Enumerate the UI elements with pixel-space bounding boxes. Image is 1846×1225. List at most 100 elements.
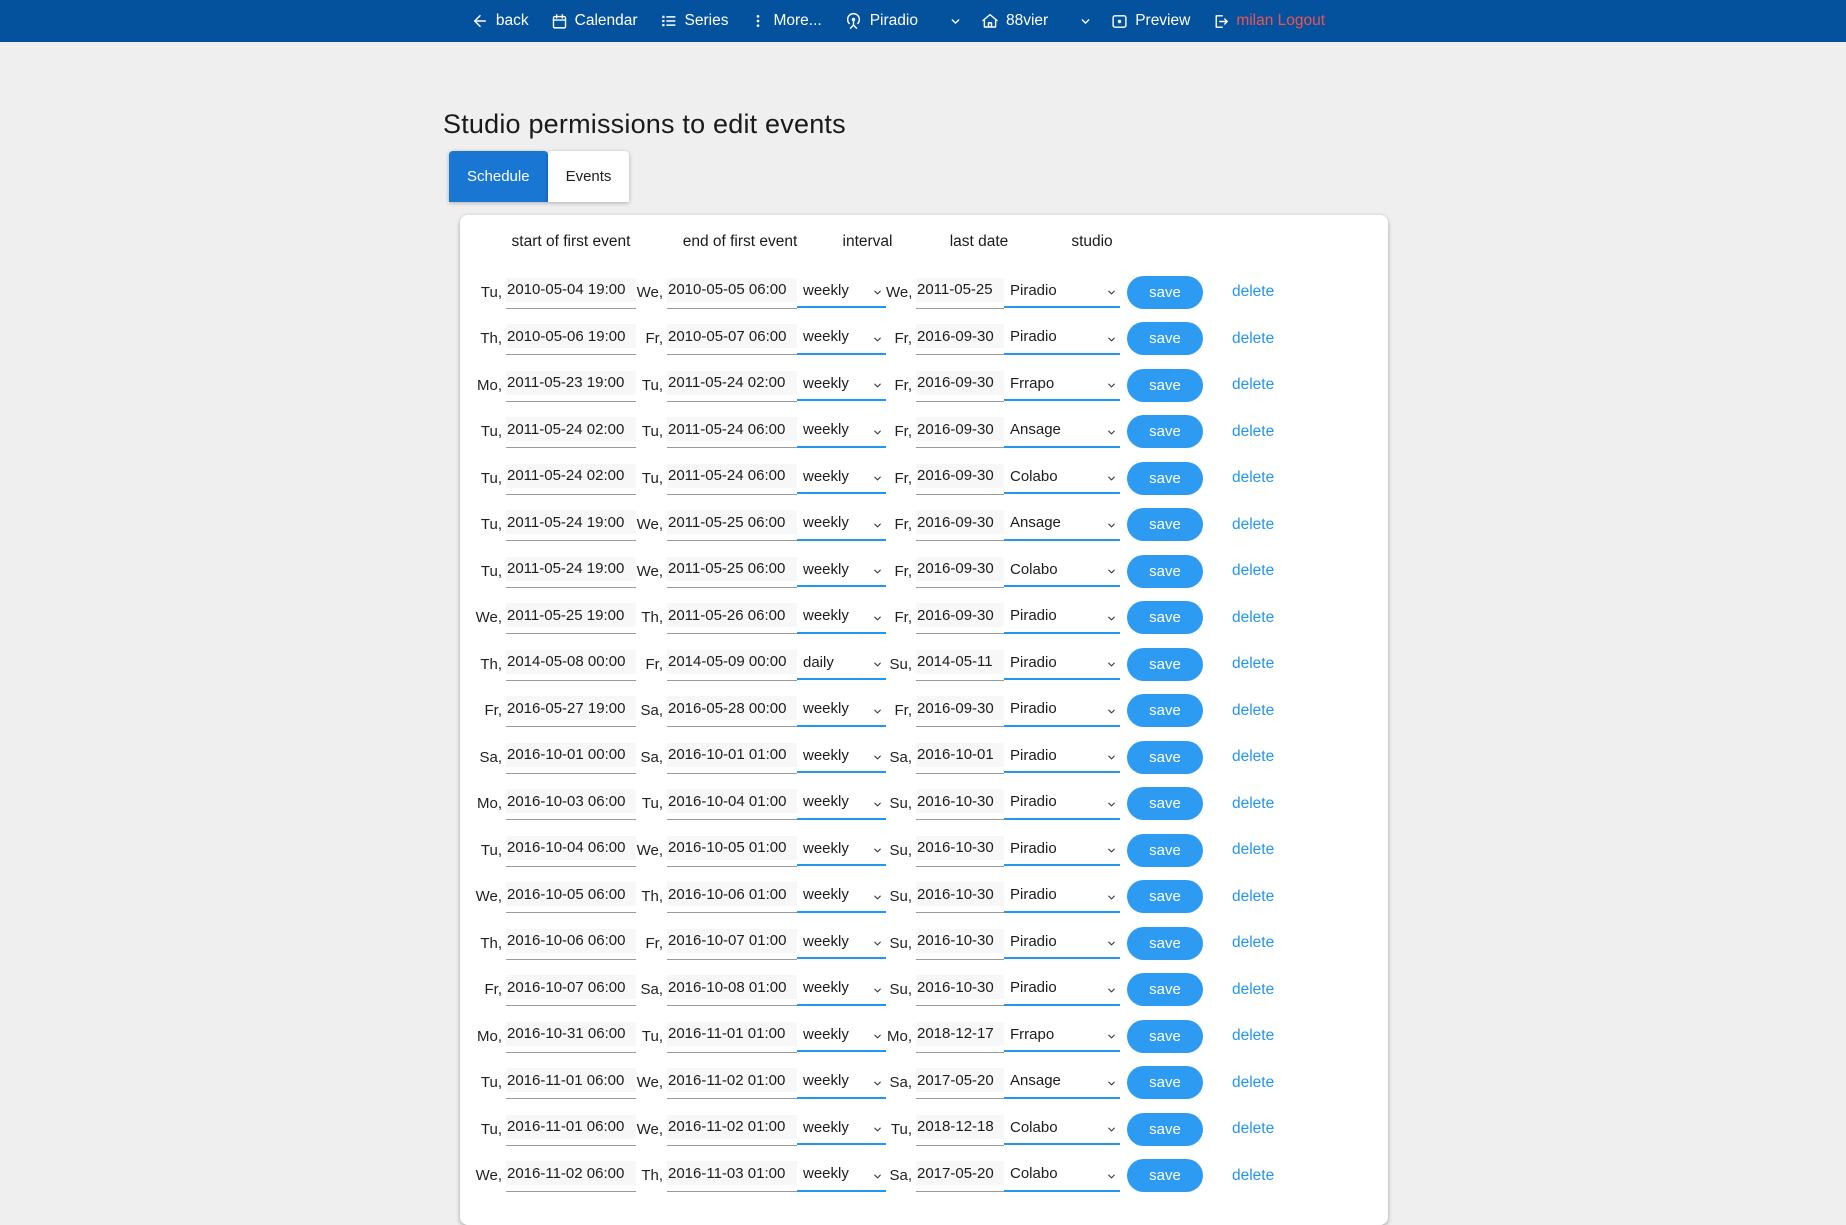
last-date-input[interactable] [916, 278, 1004, 302]
start-of-first-event-input[interactable] [506, 743, 636, 767]
start-of-first-event-input[interactable] [506, 278, 636, 302]
delete-link[interactable]: delete [1232, 1027, 1274, 1044]
end-of-first-event-input[interactable] [667, 975, 797, 999]
studio-select[interactable]: Piradio [1004, 278, 1120, 302]
studio-select[interactable]: Colabo [1004, 464, 1120, 488]
interval-select[interactable]: weekly [797, 976, 886, 1000]
last-date-input[interactable] [916, 1068, 1004, 1092]
delete-link[interactable]: delete [1232, 330, 1274, 347]
studio-select[interactable]: Piradio [1004, 697, 1120, 721]
tab-events[interactable]: Events [548, 151, 630, 202]
end-of-first-event-input[interactable] [667, 464, 797, 488]
interval-select[interactable]: weekly [797, 418, 886, 442]
end-of-first-event-input[interactable] [667, 696, 797, 720]
delete-link[interactable]: delete [1232, 1120, 1274, 1137]
end-of-first-event-input[interactable] [667, 417, 797, 441]
last-date-input[interactable] [916, 650, 1004, 674]
end-of-first-event-input[interactable] [667, 1022, 797, 1046]
save-button[interactable]: save [1127, 787, 1203, 820]
start-of-first-event-input[interactable] [506, 557, 636, 581]
save-button[interactable]: save [1127, 322, 1203, 355]
studio-select[interactable]: Ansage [1004, 1069, 1120, 1093]
nav-item-preview[interactable]: Preview [1100, 12, 1201, 30]
delete-link[interactable]: delete [1232, 702, 1274, 719]
save-button[interactable]: save [1127, 927, 1203, 960]
save-button[interactable]: save [1127, 415, 1203, 448]
last-date-input[interactable] [916, 324, 1004, 348]
interval-select[interactable]: weekly [797, 557, 886, 581]
end-of-first-event-input[interactable] [667, 836, 797, 860]
studio-select[interactable]: Piradio [1004, 604, 1120, 628]
delete-link[interactable]: delete [1232, 655, 1274, 672]
end-of-first-event-input[interactable] [667, 882, 797, 906]
delete-link[interactable]: delete [1232, 562, 1274, 579]
delete-link[interactable]: delete [1232, 423, 1274, 440]
nav-item-logout[interactable]: milan Logout [1201, 12, 1336, 30]
interval-select[interactable]: weekly [797, 883, 886, 907]
last-date-input[interactable] [916, 1115, 1004, 1139]
last-date-input[interactable] [916, 603, 1004, 627]
last-date-input[interactable] [916, 371, 1004, 395]
start-of-first-event-input[interactable] [506, 1068, 636, 1092]
interval-select[interactable]: weekly [797, 929, 886, 953]
last-date-input[interactable] [916, 696, 1004, 720]
delete-link[interactable]: delete [1232, 1074, 1274, 1091]
last-date-input[interactable] [916, 882, 1004, 906]
last-date-input[interactable] [916, 743, 1004, 767]
delete-link[interactable]: delete [1232, 981, 1274, 998]
last-date-input[interactable] [916, 1022, 1004, 1046]
studio-select[interactable]: Ansage [1004, 418, 1120, 442]
last-date-input[interactable] [916, 789, 1004, 813]
start-of-first-event-input[interactable] [506, 464, 636, 488]
start-of-first-event-input[interactable] [506, 603, 636, 627]
piradio-dropdown-toggle[interactable] [943, 15, 968, 28]
start-of-first-event-input[interactable] [506, 836, 636, 860]
delete-link[interactable]: delete [1232, 609, 1274, 626]
interval-select[interactable]: weekly [797, 1115, 886, 1139]
start-of-first-event-input[interactable] [506, 1115, 636, 1139]
start-of-first-event-input[interactable] [506, 324, 636, 348]
save-button[interactable]: save [1127, 1020, 1203, 1053]
save-button[interactable]: save [1127, 276, 1203, 309]
start-of-first-event-input[interactable] [506, 650, 636, 674]
end-of-first-event-input[interactable] [667, 1161, 797, 1185]
delete-link[interactable]: delete [1232, 795, 1274, 812]
nav-item-calendar[interactable]: Calendar [540, 12, 649, 30]
start-of-first-event-input[interactable] [506, 696, 636, 720]
save-button[interactable]: save [1127, 601, 1203, 634]
studio-select[interactable]: Piradio [1004, 883, 1120, 907]
interval-select[interactable]: weekly [797, 697, 886, 721]
delete-link[interactable]: delete [1232, 748, 1274, 765]
studio-select[interactable]: Piradio [1004, 790, 1120, 814]
last-date-input[interactable] [916, 929, 1004, 953]
interval-select[interactable]: weekly [797, 325, 886, 349]
save-button[interactable]: save [1127, 555, 1203, 588]
nav-item-back[interactable]: back [460, 12, 540, 30]
delete-link[interactable]: delete [1232, 469, 1274, 486]
delete-link[interactable]: delete [1232, 841, 1274, 858]
save-button[interactable]: save [1127, 1159, 1203, 1192]
start-of-first-event-input[interactable] [506, 882, 636, 906]
interval-select[interactable]: weekly [797, 790, 886, 814]
end-of-first-event-input[interactable] [667, 789, 797, 813]
nav-item-more[interactable]: More... [739, 12, 832, 30]
start-of-first-event-input[interactable] [506, 929, 636, 953]
delete-link[interactable]: delete [1232, 934, 1274, 951]
interval-select[interactable]: weekly [797, 836, 886, 860]
start-of-first-event-input[interactable] [506, 417, 636, 441]
last-date-input[interactable] [916, 836, 1004, 860]
interval-select[interactable]: weekly [797, 1162, 886, 1186]
nav-item-piradio[interactable]: Piradio [833, 12, 929, 31]
delete-link[interactable]: delete [1232, 1167, 1274, 1184]
save-button[interactable]: save [1127, 880, 1203, 913]
end-of-first-event-input[interactable] [667, 743, 797, 767]
last-date-input[interactable] [916, 510, 1004, 534]
end-of-first-event-input[interactable] [667, 1115, 797, 1139]
save-button[interactable]: save [1127, 973, 1203, 1006]
end-of-first-event-input[interactable] [667, 650, 797, 674]
save-button[interactable]: save [1127, 694, 1203, 727]
save-button[interactable]: save [1127, 462, 1203, 495]
interval-select[interactable]: weekly [797, 278, 886, 302]
88vier-dropdown-toggle[interactable] [1073, 15, 1098, 28]
save-button[interactable]: save [1127, 648, 1203, 681]
